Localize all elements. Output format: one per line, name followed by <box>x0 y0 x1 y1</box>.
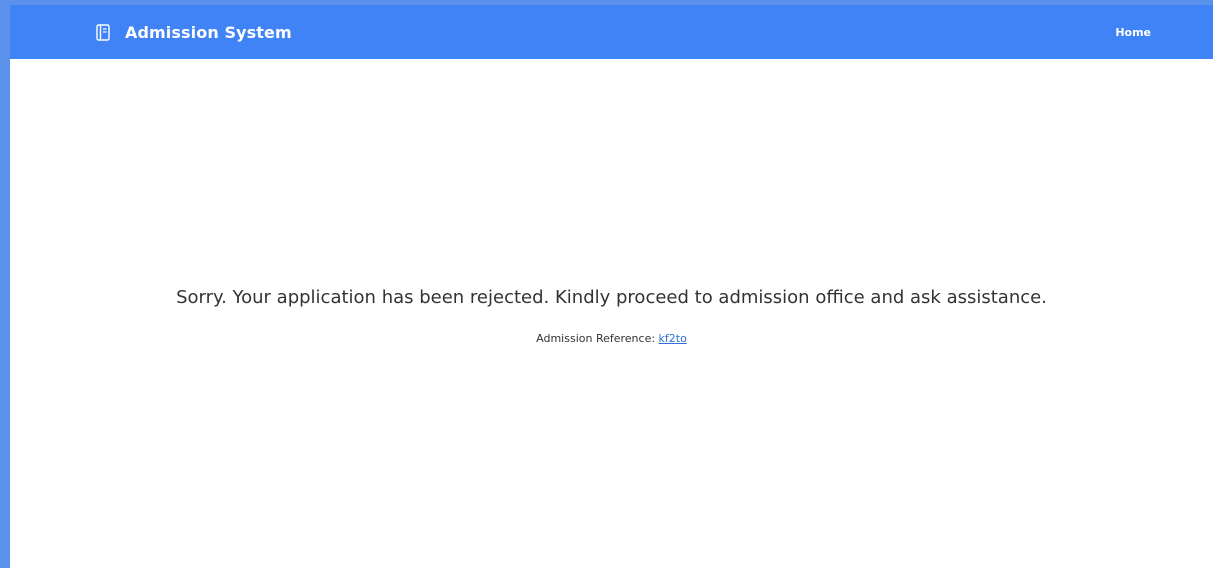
book-icon <box>95 23 111 41</box>
rejection-message: Sorry. Your application has been rejecte… <box>176 287 1047 308</box>
admission-reference: Admission Reference: kf2to <box>10 332 1213 345</box>
navbar: Admission System Home <box>10 5 1213 59</box>
reference-label: Admission Reference: <box>536 332 656 345</box>
reference-code-link[interactable]: kf2to <box>659 332 687 345</box>
app-frame: Admission System Home Sorry. Your applic… <box>0 0 1213 568</box>
brand[interactable]: Admission System <box>95 5 292 59</box>
nav-home-link[interactable]: Home <box>1115 5 1151 59</box>
app-title: Admission System <box>125 22 292 42</box>
